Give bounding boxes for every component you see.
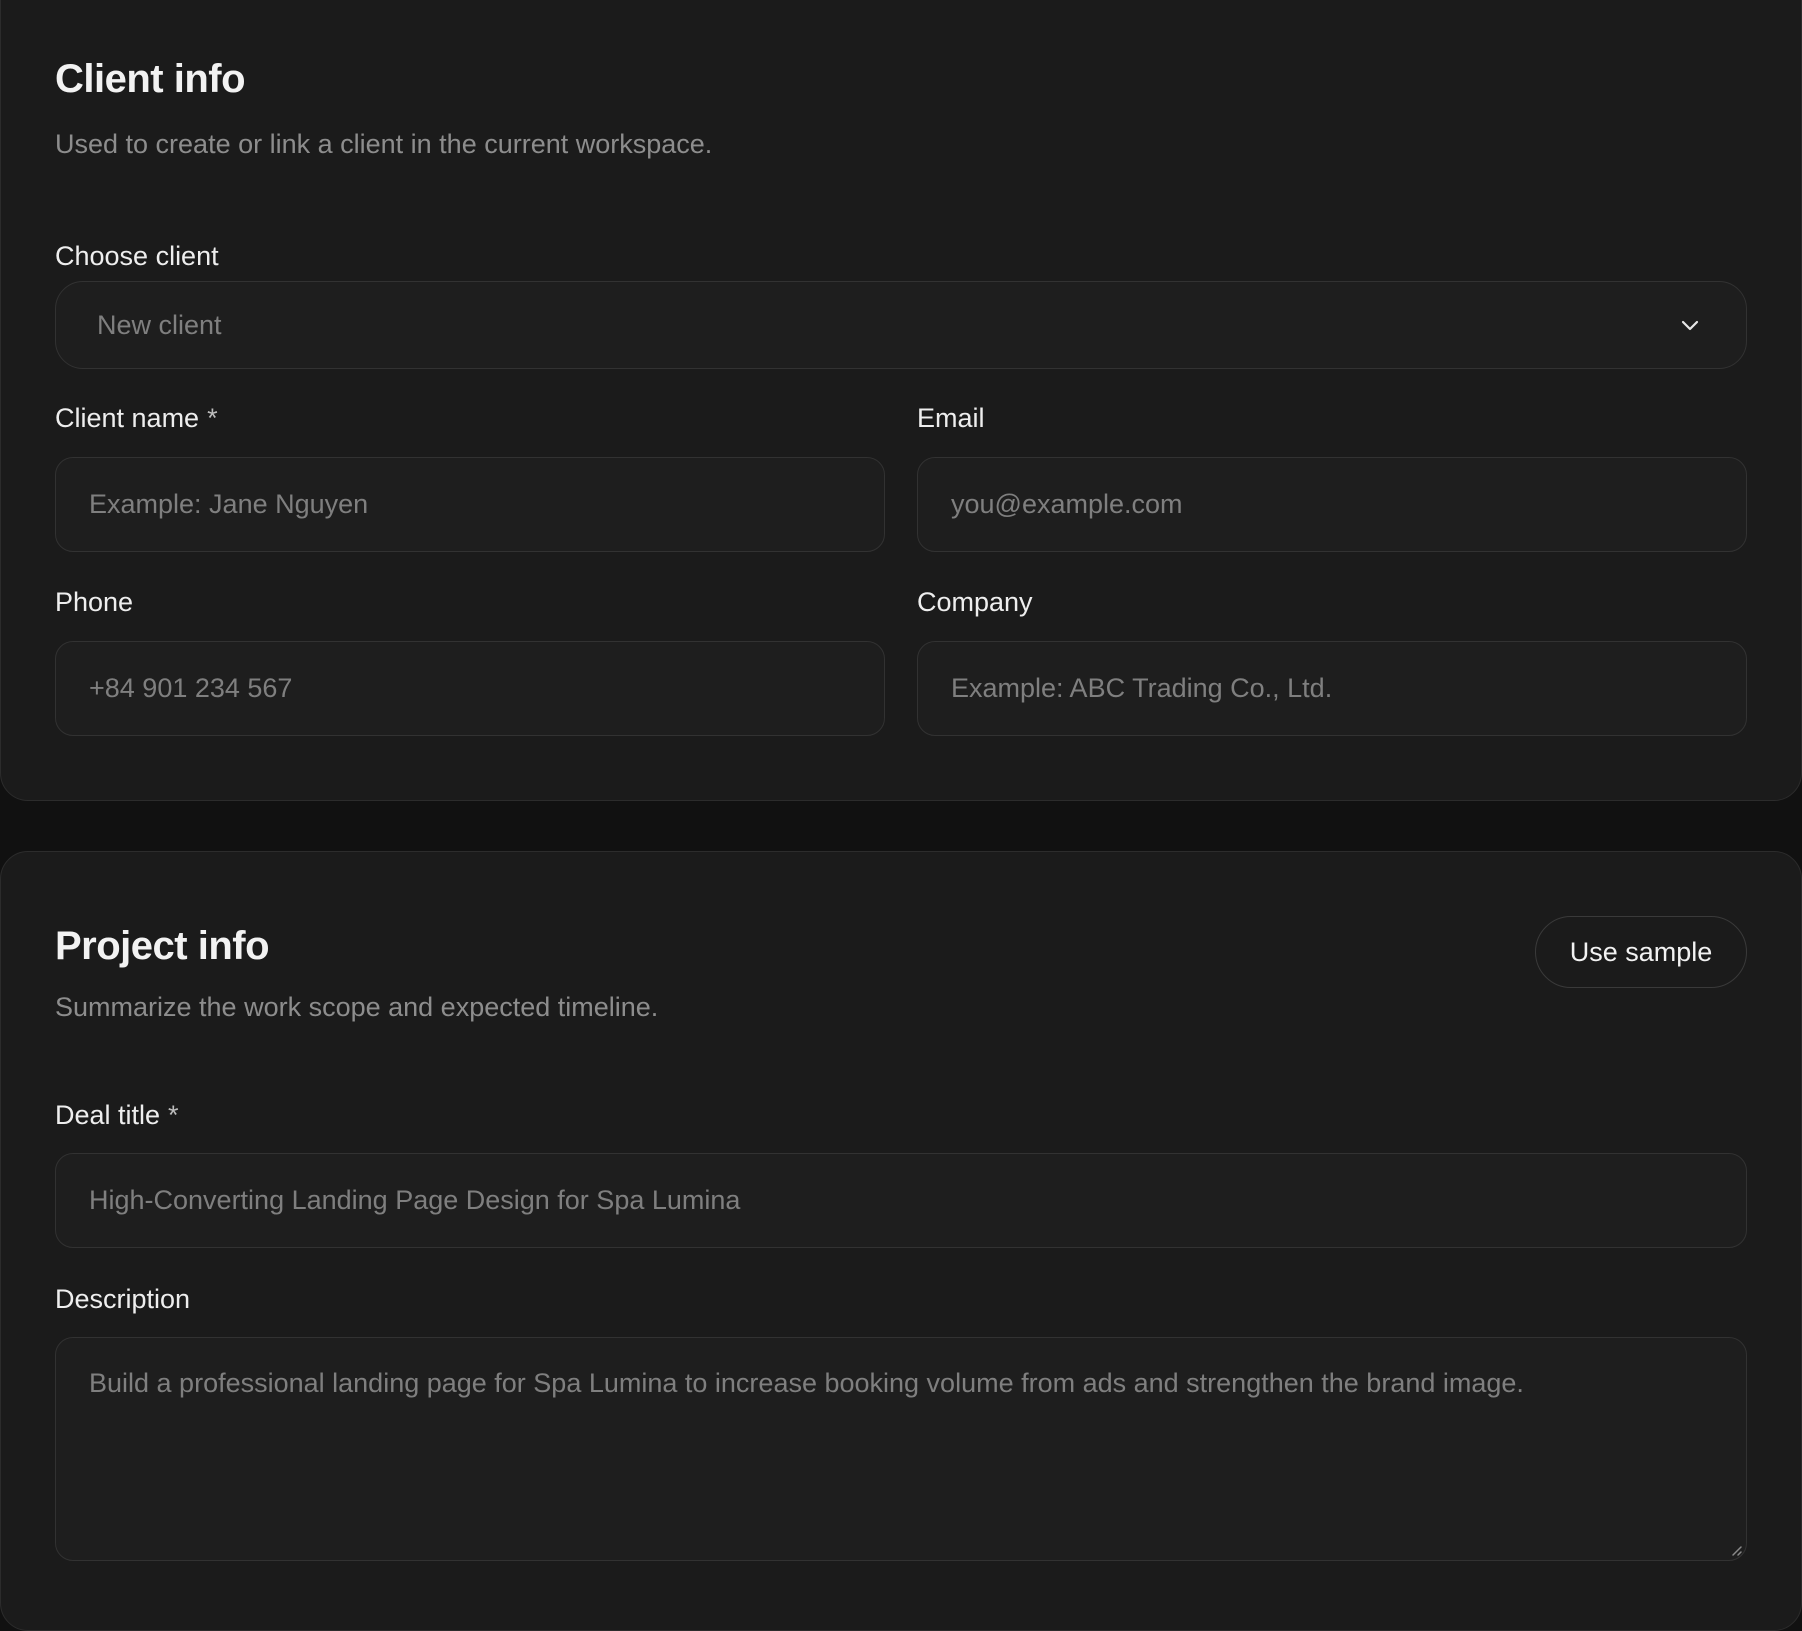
deal-title-input[interactable]: High-Converting Landing Page Design for … xyxy=(55,1153,1747,1248)
deal-title-placeholder: High-Converting Landing Page Design for … xyxy=(89,1185,741,1215)
project-info-title: Project info xyxy=(55,924,270,968)
choose-client-label: Choose client xyxy=(55,241,219,271)
phone-label: Phone xyxy=(55,587,134,617)
client-name-input[interactable]: Example: Jane Nguyen xyxy=(55,457,885,552)
choose-client-select[interactable]: New client xyxy=(55,281,1747,369)
description-placeholder: Build a professional landing page for Sp… xyxy=(89,1368,1524,1398)
client-info-title: Client info xyxy=(55,57,246,101)
company-label: Company xyxy=(917,587,1033,617)
use-sample-button[interactable]: Use sample xyxy=(1535,916,1747,988)
deal-title-label: Deal title * xyxy=(55,1102,179,1129)
email-input[interactable]: you@example.com xyxy=(917,457,1747,552)
company-input[interactable]: Example: ABC Trading Co., Ltd. xyxy=(917,641,1747,736)
phone-placeholder: +84 901 234 567 xyxy=(89,673,293,703)
required-mark: * xyxy=(207,403,218,433)
project-info-subtitle: Summarize the work scope and expected ti… xyxy=(55,992,659,1022)
phone-input[interactable]: +84 901 234 567 xyxy=(55,641,885,736)
project-info-card: Project info Summarize the work scope an… xyxy=(0,851,1802,1631)
client-name-label: Client name * xyxy=(55,405,218,432)
client-name-label-text: Client name xyxy=(55,403,200,433)
description-label: Description xyxy=(55,1284,191,1314)
chevron-down-icon xyxy=(1681,320,1699,331)
email-label: Email xyxy=(917,403,985,433)
client-info-card: Client info Used to create or link a cli… xyxy=(0,0,1802,801)
client-info-subtitle: Used to create or link a client in the c… xyxy=(55,129,713,159)
client-name-placeholder: Example: Jane Nguyen xyxy=(89,489,369,519)
choose-client-value: New client xyxy=(97,309,222,340)
company-placeholder: Example: ABC Trading Co., Ltd. xyxy=(951,673,1333,703)
required-mark: * xyxy=(168,1100,179,1130)
deal-title-label-text: Deal title xyxy=(55,1100,161,1130)
email-placeholder: you@example.com xyxy=(951,489,1183,519)
description-textarea[interactable]: Build a professional landing page for Sp… xyxy=(55,1337,1747,1561)
resize-handle-icon[interactable] xyxy=(1727,1541,1743,1557)
